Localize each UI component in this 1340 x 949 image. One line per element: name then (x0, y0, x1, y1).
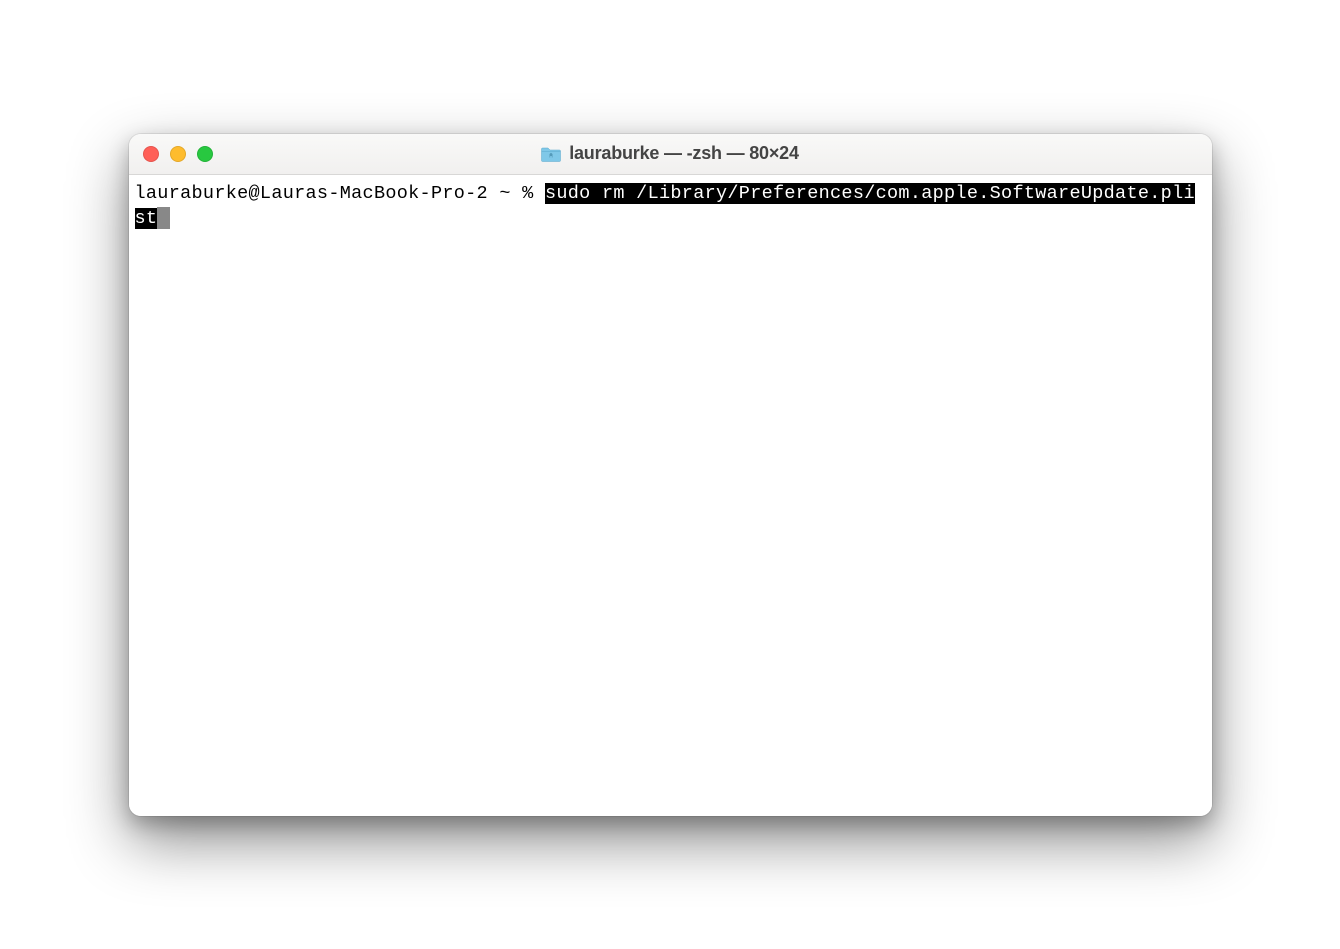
titlebar[interactable]: lauraburke — -zsh — 80×24 (129, 134, 1212, 175)
maximize-button[interactable] (197, 146, 213, 162)
terminal-window: lauraburke — -zsh — 80×24 lauraburke@Lau… (129, 134, 1212, 816)
window-controls (143, 146, 213, 162)
terminal-content-area[interactable]: lauraburke@Lauras-MacBook-Pro-2 ~ % sudo… (129, 175, 1212, 816)
title-area: lauraburke — -zsh — 80×24 (129, 143, 1212, 164)
minimize-button[interactable] (170, 146, 186, 162)
shell-prompt: lauraburke@Lauras-MacBook-Pro-2 ~ % (135, 183, 545, 204)
home-folder-icon (541, 146, 561, 162)
cursor (157, 207, 170, 229)
window-title: lauraburke — -zsh — 80×24 (569, 143, 799, 164)
close-button[interactable] (143, 146, 159, 162)
